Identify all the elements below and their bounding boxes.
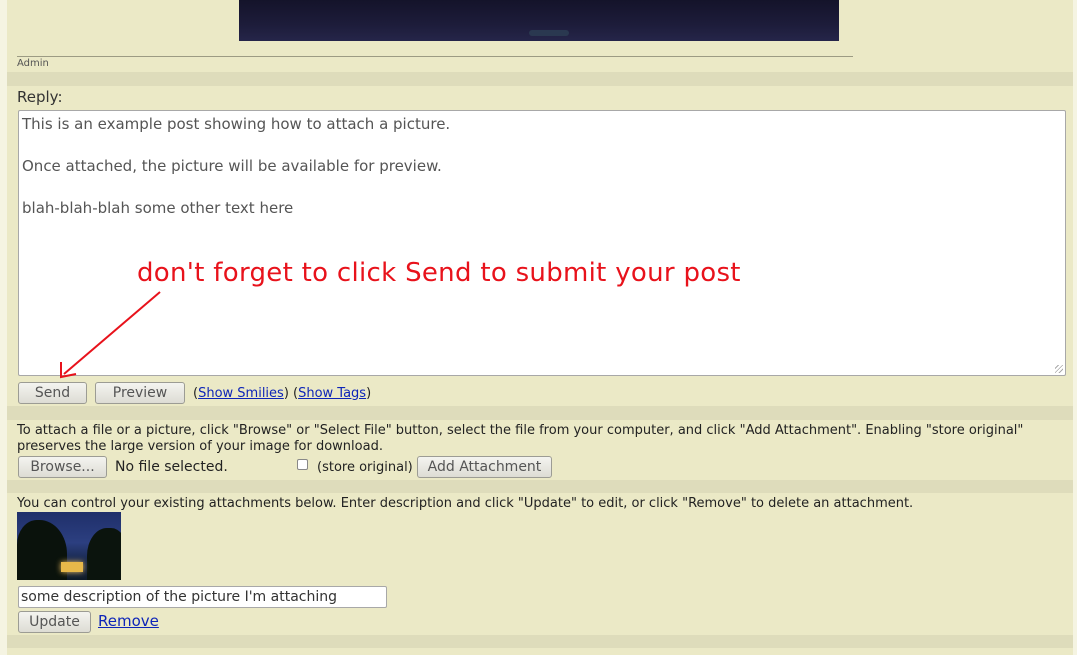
manage-instructions: You can control your existing attachment…	[17, 496, 914, 511]
reply-line: blah-blah-blah some other text here	[22, 199, 294, 217]
update-button[interactable]: Update	[18, 611, 91, 633]
reply-line: Once attached, the picture will be avail…	[22, 157, 442, 175]
post-author: Admin	[17, 58, 49, 69]
section-divider	[7, 72, 1073, 86]
resize-handle[interactable]	[1055, 365, 1063, 373]
post-image	[239, 0, 839, 41]
formatting-links: (Show Smilies) (Show Tags)	[193, 386, 371, 401]
reply-textarea[interactable]: This is an example post showing how to a…	[18, 110, 1066, 376]
browse-button[interactable]: Browse...	[18, 456, 107, 478]
reply-line: This is an example post showing how to a…	[22, 115, 451, 133]
section-divider	[7, 480, 1073, 493]
reply-text: This is an example post showing how to a…	[22, 114, 450, 240]
add-attachment-button[interactable]: Add Attachment	[417, 456, 552, 478]
remove-link[interactable]: Remove	[98, 612, 159, 630]
section-divider	[7, 406, 1073, 420]
store-original-checkbox[interactable]	[297, 459, 308, 470]
preview-button[interactable]: Preview	[95, 382, 185, 404]
section-divider	[7, 635, 1073, 648]
page-left-margin	[0, 0, 7, 655]
show-tags-link[interactable]: Show Tags	[298, 386, 366, 401]
file-status: No file selected.	[115, 459, 228, 475]
attachment-description-input[interactable]	[18, 586, 387, 608]
annotation-text: don't forget to click Send to submit you…	[137, 258, 741, 288]
reply-label: Reply:	[17, 88, 63, 106]
send-button[interactable]: Send	[18, 382, 87, 404]
paren: )	[366, 386, 372, 401]
attach-instructions: To attach a file or a picture, click "Br…	[17, 423, 1024, 454]
paren: ) (	[283, 386, 299, 401]
attachment-thumbnail[interactable]	[17, 512, 121, 580]
show-smilies-link[interactable]: Show Smilies	[198, 386, 284, 401]
page-right-margin	[1073, 0, 1077, 655]
store-original-label: (store original)	[317, 460, 413, 475]
signature-rule	[17, 56, 853, 57]
